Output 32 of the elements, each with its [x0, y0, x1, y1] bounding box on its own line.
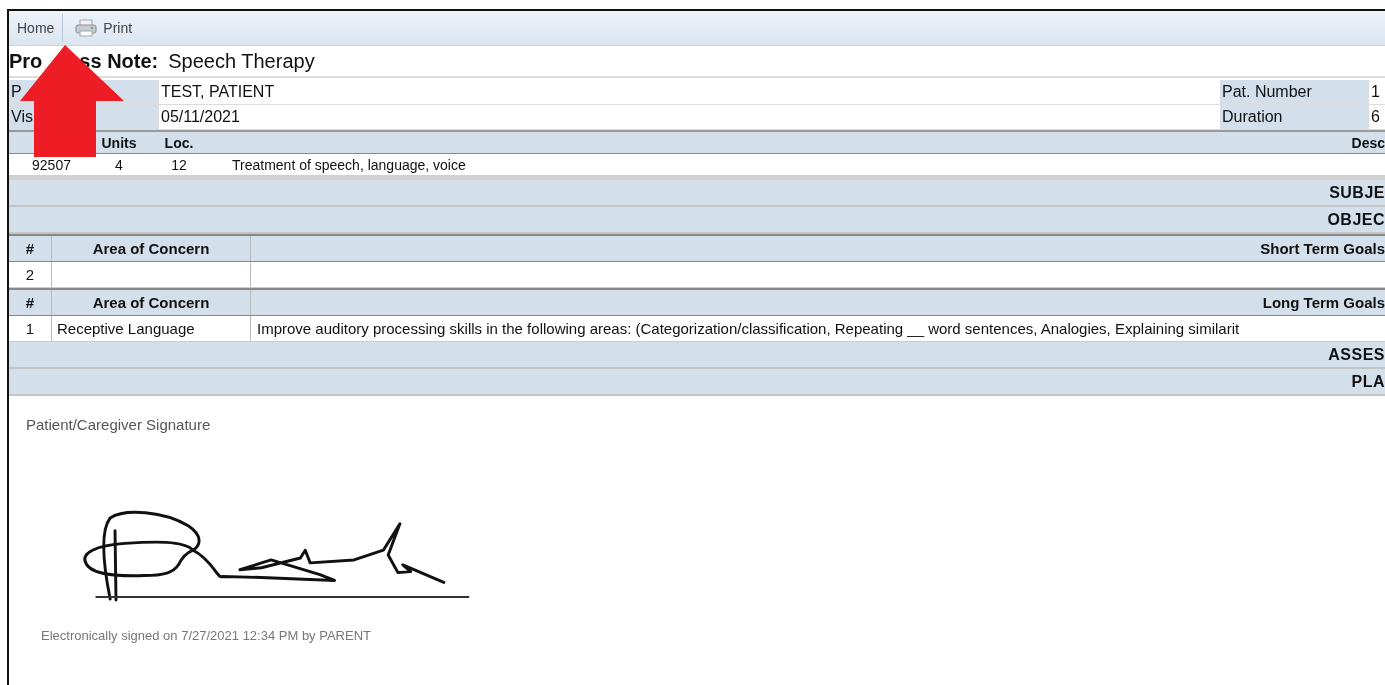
column-header: Area of Concern: [51, 290, 251, 315]
print-button[interactable]: Print: [67, 14, 141, 42]
column-header: Loc.: [163, 134, 195, 151]
field-label: Vis: [11, 108, 33, 126]
column-header: Short Term Goals: [1259, 239, 1385, 259]
table-cell-text: 92507: [31, 156, 72, 173]
table-cell-text: 12: [170, 156, 188, 173]
section-header: ASSES: [9, 342, 1385, 369]
column-header: Area of Concern: [51, 236, 251, 261]
field-label: P: [11, 83, 22, 101]
home-button[interactable]: Home: [9, 14, 64, 42]
table-cell-text: 4: [114, 156, 124, 173]
column-header: Desc: [1350, 134, 1385, 151]
section-header: SUBJE: [9, 180, 1385, 207]
table-cell-text: 1: [24, 319, 36, 339]
note-type: Speech Therapy: [168, 49, 315, 73]
field-label: Pat. Number: [1220, 80, 1367, 104]
table-cell-text: Treatment of speech, language, voice: [231, 156, 467, 173]
table-cell-text: 2: [24, 265, 36, 285]
signature-label: Patient/Caregiver Signature: [26, 416, 212, 433]
note-title-label: Pro: [9, 49, 43, 73]
column-header: Long Term Goals: [1261, 293, 1385, 313]
table-cell-text: Improve auditory processing skills in the following areas: (Categorization/classification, Repeating __ word sentences, Analogies, Explaining similarit: [256, 319, 1241, 339]
column-header: Units: [100, 134, 138, 151]
table-cell-text: Receptive Language: [56, 319, 196, 339]
field-label: Duration: [1220, 105, 1367, 129]
signed-text: Electronically signed on 7/27/2021 12:34 PM by PARENT: [41, 628, 372, 643]
section-header: OBJEC: [9, 207, 1385, 234]
column-header: #: [24, 293, 36, 313]
column-header: #: [24, 239, 36, 259]
section-header: PLA: [9, 369, 1385, 396]
printer-icon: [75, 19, 98, 37]
